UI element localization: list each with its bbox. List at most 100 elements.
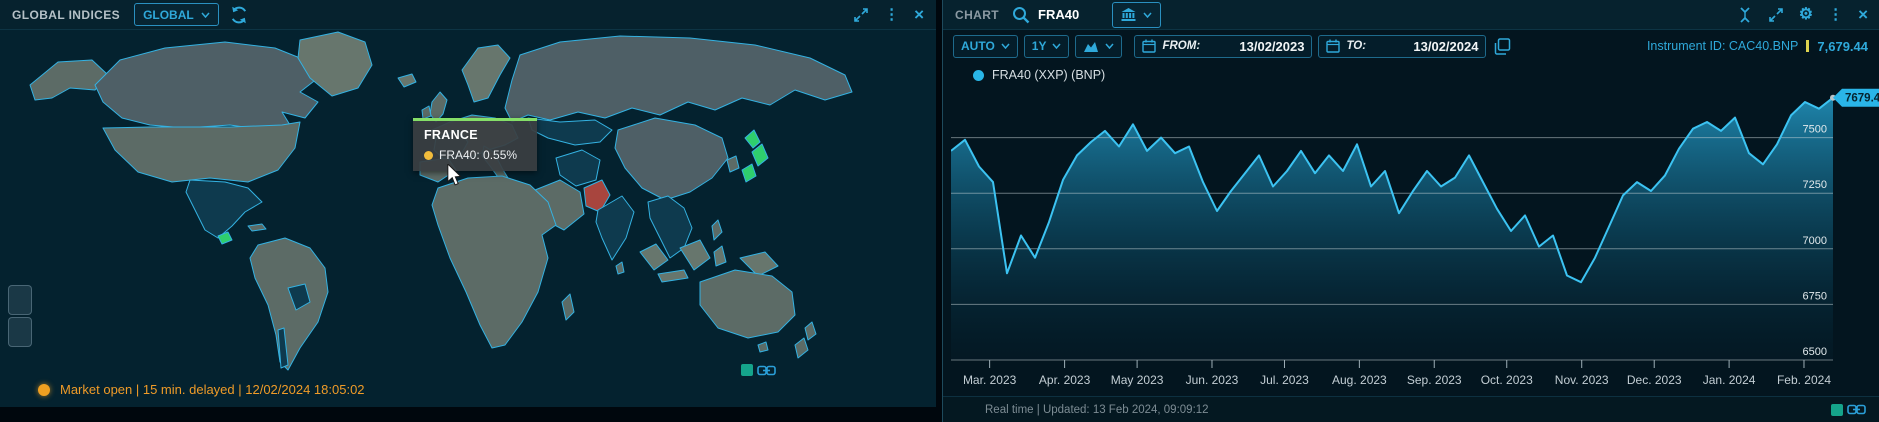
chevron-down-icon bbox=[201, 12, 210, 18]
country-australia[interactable] bbox=[700, 270, 795, 338]
chart-toolbar: AUTO 1Y FROM: 13/02/2023 TO: 13/02/2024 bbox=[943, 30, 1879, 62]
x-tick-label: Jan. 2024 bbox=[1703, 373, 1756, 387]
chart-type-dropdown[interactable] bbox=[1075, 35, 1122, 58]
instrument-search-input[interactable] bbox=[1036, 6, 1096, 23]
instrument-info: Instrument ID: CAC40.BNP 7,679.44 bbox=[1647, 39, 1868, 54]
country-sri-lanka[interactable] bbox=[616, 262, 624, 274]
calendar-icon bbox=[1142, 39, 1156, 53]
from-value: 13/02/2023 bbox=[1239, 39, 1304, 54]
country-philippines[interactable] bbox=[712, 220, 722, 240]
country-cuba[interactable] bbox=[248, 224, 266, 231]
tooltip-index-change: FRA40: 0.55% bbox=[439, 148, 517, 162]
collapse-icon[interactable] bbox=[1737, 7, 1753, 23]
y-axis-label: 6500 bbox=[1803, 346, 1827, 358]
x-tick-label: May 2023 bbox=[1111, 373, 1164, 387]
region-dropdown-value: GLOBAL bbox=[143, 8, 194, 22]
to-value: 13/02/2024 bbox=[1413, 39, 1478, 54]
compare-copy-icon[interactable] bbox=[1494, 38, 1511, 55]
link-status-square bbox=[1831, 404, 1843, 416]
y-axis-label: 7250 bbox=[1803, 179, 1827, 191]
country-scandinavia[interactable] bbox=[462, 45, 510, 102]
expand-icon[interactable] bbox=[853, 7, 869, 23]
country-japan[interactable] bbox=[745, 130, 760, 148]
x-tick-label: Sep. 2023 bbox=[1407, 373, 1462, 387]
country-new-zealand[interactable] bbox=[795, 338, 808, 358]
bank-icon bbox=[1121, 8, 1136, 22]
country-sumatra[interactable] bbox=[640, 244, 668, 270]
scale-mode-dropdown[interactable]: AUTO bbox=[953, 35, 1018, 58]
map-zoom-in-button[interactable] bbox=[8, 285, 32, 315]
tooltip-country: FRANCE bbox=[424, 128, 526, 142]
country-madagascar[interactable] bbox=[562, 294, 574, 320]
search-icon[interactable] bbox=[1011, 5, 1031, 25]
country-usa[interactable] bbox=[103, 122, 300, 182]
range-dropdown[interactable]: 1Y bbox=[1024, 35, 1070, 58]
country-china[interactable] bbox=[615, 118, 728, 200]
area-chart-icon bbox=[1083, 40, 1099, 53]
global-indices-header: GLOBAL INDICES GLOBAL ⋮ × bbox=[0, 0, 936, 30]
country-korea[interactable] bbox=[727, 156, 739, 172]
kebab-menu-icon[interactable]: ⋮ bbox=[1828, 7, 1843, 22]
to-date-field[interactable]: TO: 13/02/2024 bbox=[1318, 35, 1486, 58]
region-dropdown[interactable]: GLOBAL bbox=[134, 3, 219, 26]
country-iceland[interactable] bbox=[398, 74, 416, 87]
index-status-dot bbox=[424, 151, 433, 160]
country-tasmania[interactable] bbox=[758, 342, 768, 352]
expand-icon[interactable] bbox=[1768, 7, 1784, 23]
map-zoom-controls bbox=[8, 285, 32, 347]
world-map-container: FRANCE FRA40: 0.55% Market open | 15 min… bbox=[0, 30, 936, 407]
chevron-down-icon bbox=[1001, 43, 1010, 49]
country-greenland[interactable] bbox=[298, 32, 372, 96]
country-kazakhstan[interactable] bbox=[528, 118, 612, 145]
x-tick-label: Mar. 2023 bbox=[963, 373, 1017, 387]
gear-icon[interactable]: ⚙ bbox=[1799, 7, 1813, 23]
instrument-id-label: Instrument ID: CAC40.BNP bbox=[1647, 39, 1798, 53]
chevron-down-icon bbox=[1052, 43, 1061, 49]
mouse-cursor bbox=[447, 164, 463, 186]
country-sulawesi[interactable] bbox=[714, 246, 726, 266]
link-status-square bbox=[741, 364, 753, 376]
panel-title: CHART bbox=[955, 8, 999, 22]
range-value: 1Y bbox=[1032, 39, 1047, 53]
chart-status-bar: Real time | Updated: 13 Feb 2024, 09:09:… bbox=[943, 396, 1879, 422]
panel-link-indicator[interactable] bbox=[1831, 404, 1866, 416]
price-chart[interactable]: 75007250700067506500Mar. 2023Apr. 2023Ma… bbox=[951, 72, 1879, 394]
x-tick-label: Feb. 2024 bbox=[1777, 373, 1831, 387]
market-status-text: Market open | 15 min. delayed | 12/02/20… bbox=[60, 382, 365, 397]
map-zoom-out-button[interactable] bbox=[8, 317, 32, 347]
map-tooltip: FRANCE FRA40: 0.55% bbox=[413, 118, 537, 171]
update-status-text: Real time | Updated: 13 Feb 2024, 09:09:… bbox=[985, 404, 1209, 416]
country-iran[interactable] bbox=[556, 150, 600, 186]
market-status-dot bbox=[38, 384, 50, 396]
from-date-field[interactable]: FROM: 13/02/2023 bbox=[1134, 35, 1312, 58]
y-axis-label: 7500 bbox=[1803, 124, 1827, 136]
exchange-dropdown[interactable] bbox=[1112, 2, 1161, 28]
country-brazil[interactable] bbox=[250, 238, 328, 370]
refresh-icon[interactable] bbox=[229, 5, 249, 25]
to-label: TO: bbox=[1346, 40, 1366, 52]
country-russia[interactable] bbox=[505, 36, 852, 122]
country-alaska[interactable] bbox=[30, 60, 108, 100]
instrument-separator bbox=[1806, 40, 1809, 52]
x-tick-label: Apr. 2023 bbox=[1039, 373, 1091, 387]
country-japan[interactable] bbox=[742, 164, 756, 182]
country-java[interactable] bbox=[658, 270, 688, 282]
country-canada[interactable] bbox=[95, 42, 318, 130]
x-tick-label: Aug. 2023 bbox=[1332, 373, 1387, 387]
scale-mode-value: AUTO bbox=[961, 39, 995, 53]
world-map[interactable] bbox=[0, 30, 936, 407]
calendar-icon bbox=[1326, 39, 1340, 53]
chevron-down-icon bbox=[1143, 12, 1152, 18]
country-africa[interactable] bbox=[432, 176, 556, 348]
y-axis-label: 6750 bbox=[1803, 290, 1827, 302]
instrument-last-price: 7,679.44 bbox=[1817, 39, 1868, 54]
panel-link-indicator[interactable] bbox=[741, 364, 776, 376]
chart-header: CHART ⚙ ⋮ × bbox=[943, 0, 1879, 30]
link-icon bbox=[1847, 404, 1866, 415]
country-new-zealand[interactable] bbox=[805, 322, 816, 340]
x-tick-label: Jun. 2023 bbox=[1186, 373, 1239, 387]
close-icon[interactable]: × bbox=[914, 6, 924, 23]
link-icon bbox=[757, 365, 776, 376]
close-icon[interactable]: × bbox=[1858, 6, 1868, 23]
kebab-menu-icon[interactable]: ⋮ bbox=[884, 7, 899, 22]
